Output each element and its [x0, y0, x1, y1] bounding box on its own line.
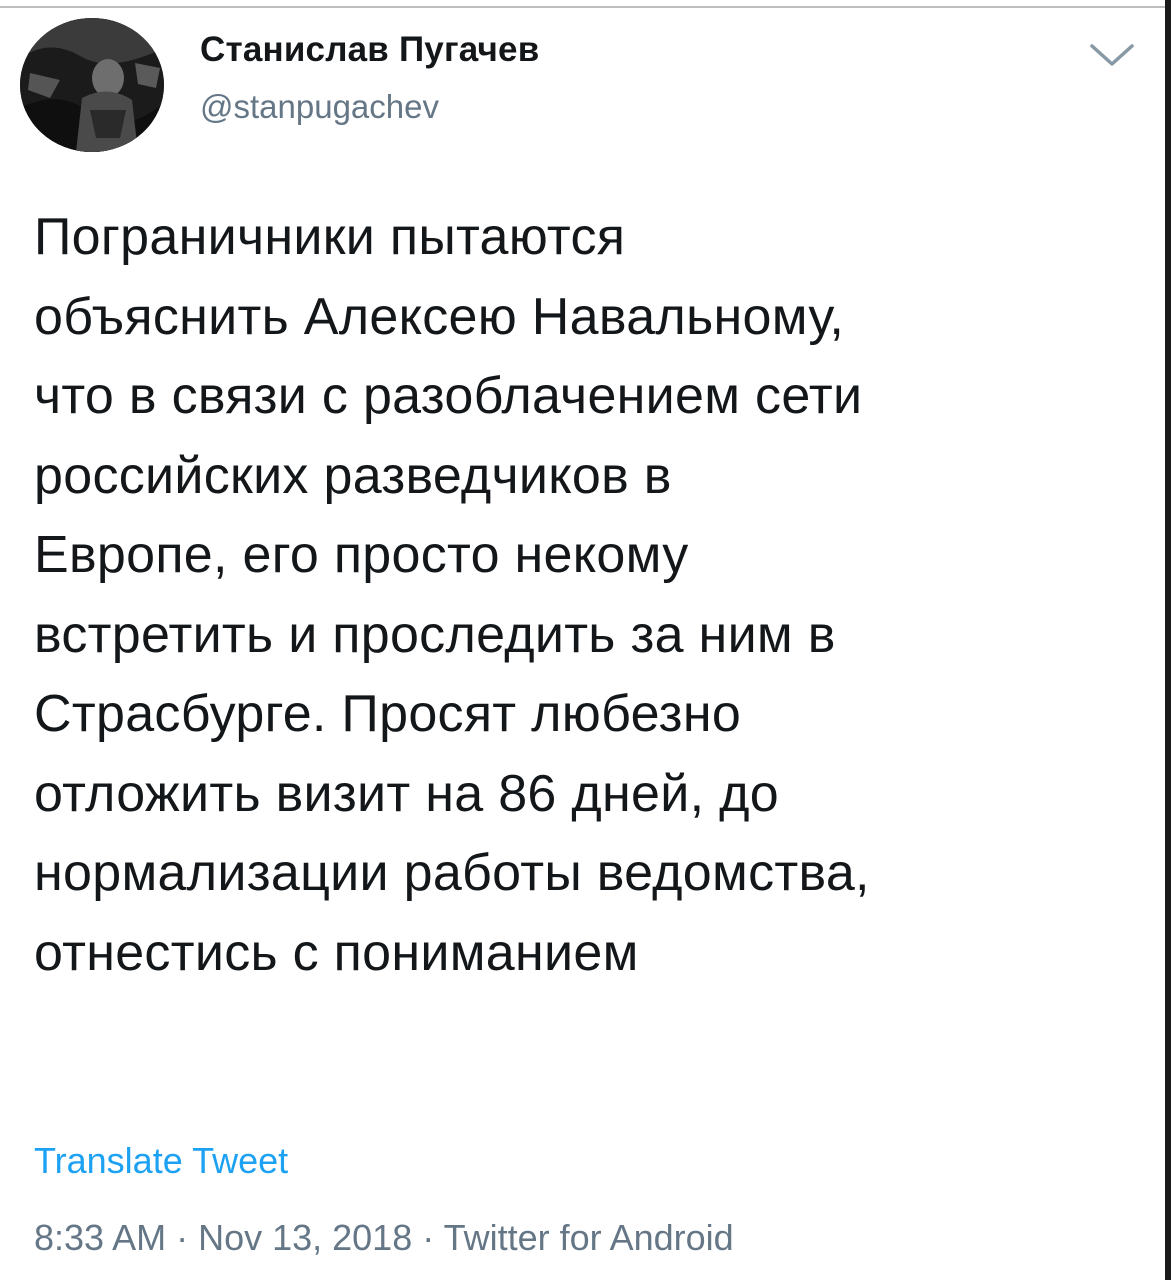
avatar[interactable]: [20, 18, 164, 152]
user-handle[interactable]: @stanpugachev: [200, 88, 439, 126]
display-name[interactable]: Станислав Пугачев: [200, 30, 539, 70]
screen-edge: [1165, 0, 1171, 1280]
avatar-photo: [20, 18, 164, 152]
chevron-down-icon[interactable]: [1088, 40, 1136, 70]
top-divider: [0, 0, 1171, 8]
tweet-metadata: 8:33 AM · Nov 13, 2018 · Twitter for And…: [34, 1217, 734, 1258]
translate-tweet-link[interactable]: Translate Tweet: [34, 1140, 288, 1182]
tweet-text: Пограничники пытаются объяснить Алексею …: [34, 208, 870, 982]
